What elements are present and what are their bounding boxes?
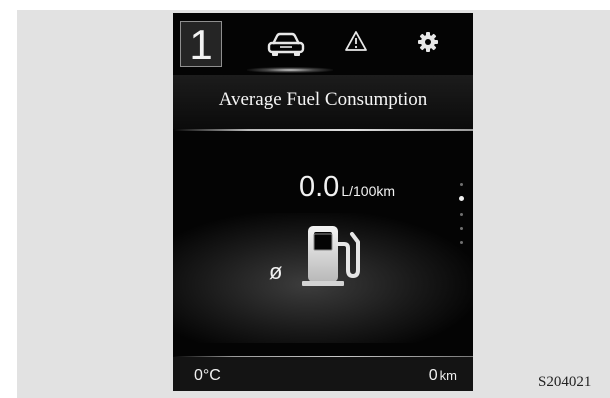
page-dot — [460, 183, 463, 186]
fuel-consumption-readout: 0.0 L/100km — [299, 171, 449, 211]
active-tab-indicator — [247, 67, 333, 73]
page-dot — [460, 227, 463, 230]
figure-code: S204021 — [538, 374, 592, 390]
odometer-value: 0 — [428, 367, 438, 384]
page-dot — [460, 241, 463, 244]
gear-icon[interactable] — [417, 31, 439, 53]
instrument-display: 1 Average Fuel Consumption 0.0 L/100km ø… — [173, 13, 473, 391]
car-icon[interactable] — [267, 32, 305, 58]
outside-temperature: 0°C — [194, 367, 221, 384]
odometer-unit: km — [439, 368, 457, 383]
page-title: Average Fuel Consumption — [218, 89, 428, 110]
fuel-consumption-unit: L/100km — [341, 183, 396, 199]
page-number-box[interactable]: 1 — [180, 21, 222, 68]
odometer-readout: 0 km — [429, 367, 457, 385]
fuel-consumption-value: 0.0 — [299, 171, 340, 203]
title-divider — [173, 129, 473, 131]
page-dot — [460, 213, 463, 216]
page-indicator — [457, 183, 467, 263]
status-bar: 0°C 0 km — [173, 357, 473, 391]
title-bar: Average Fuel Consumption — [173, 75, 473, 129]
average-symbol: ø — [269, 259, 283, 284]
page-dot-active — [459, 196, 464, 201]
warning-triangle-icon[interactable] — [344, 30, 368, 52]
menu-bar: 1 — [173, 13, 473, 75]
fuel-pump-icon — [302, 226, 360, 286]
